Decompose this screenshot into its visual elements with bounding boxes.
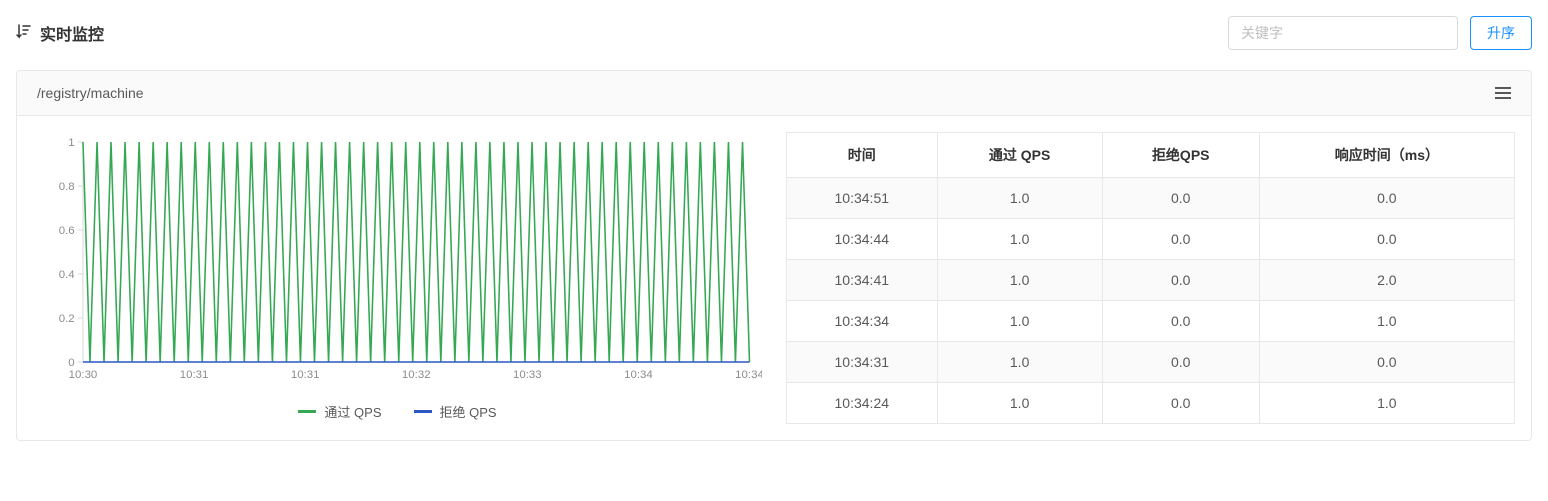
col-reject: 拒绝QPS	[1102, 133, 1259, 178]
sort-desc-icon	[16, 23, 32, 44]
resource-card: /registry/machine 0 0.2 0.4 0.6 0.8 1 10:30 10:…	[16, 70, 1532, 441]
table-row: 10:34:511.00.00.0	[787, 178, 1515, 219]
svg-text:0.2: 0.2	[59, 313, 75, 325]
card-header: /registry/machine	[17, 71, 1531, 116]
table-header-row: 时间 通过 QPS 拒绝QPS 响应时间（ms）	[787, 133, 1515, 178]
cell-time: 10:34:34	[787, 301, 938, 342]
cell-rt: 1.0	[1259, 383, 1514, 424]
cell-time: 10:34:24	[787, 383, 938, 424]
col-rt: 响应时间（ms）	[1259, 133, 1514, 178]
svg-text:0: 0	[68, 357, 74, 369]
cell-rt: 1.0	[1259, 301, 1514, 342]
legend-reject: 拒绝 QPS	[414, 402, 497, 421]
svg-text:1: 1	[68, 137, 74, 149]
qps-chart: 0 0.2 0.4 0.6 0.8 1 10:30 10:31 10:31 10:32 10:33 1…	[33, 132, 762, 392]
cell-pass: 1.0	[937, 301, 1102, 342]
legend-pass: 通过 QPS	[298, 402, 381, 421]
cell-reject: 0.0	[1102, 301, 1259, 342]
svg-text:10:31: 10:31	[180, 369, 209, 381]
svg-text:0.6: 0.6	[59, 225, 75, 237]
table-row: 10:34:441.00.00.0	[787, 219, 1515, 260]
cell-reject: 0.0	[1102, 260, 1259, 301]
table-row: 10:34:341.00.01.0	[787, 301, 1515, 342]
cell-pass: 1.0	[937, 260, 1102, 301]
chart-legend: 通过 QPS 拒绝 QPS	[33, 402, 762, 421]
data-table: 时间 通过 QPS 拒绝QPS 响应时间（ms） 10:34:511.00.00…	[786, 132, 1515, 424]
cell-pass: 1.0	[937, 383, 1102, 424]
table-row: 10:34:241.00.01.0	[787, 383, 1515, 424]
cell-pass: 1.0	[937, 219, 1102, 260]
cell-reject: 0.0	[1102, 342, 1259, 383]
cell-time: 10:34:51	[787, 178, 938, 219]
cell-pass: 1.0	[937, 178, 1102, 219]
resource-name: /registry/machine	[37, 85, 144, 101]
svg-text:0.4: 0.4	[59, 269, 75, 281]
cell-rt: 2.0	[1259, 260, 1514, 301]
header-left: 实时监控	[16, 21, 104, 45]
svg-text:10:33: 10:33	[513, 369, 542, 381]
legend-label-reject: 拒绝 QPS	[440, 402, 497, 421]
search-input[interactable]	[1228, 16, 1458, 50]
svg-text:10:34: 10:34	[735, 369, 762, 381]
page-title: 实时监控	[40, 21, 104, 45]
header-right: 升序	[1228, 16, 1532, 50]
cell-reject: 0.0	[1102, 219, 1259, 260]
cell-time: 10:34:31	[787, 342, 938, 383]
col-time: 时间	[787, 133, 938, 178]
svg-text:10:32: 10:32	[402, 369, 431, 381]
cell-pass: 1.0	[937, 342, 1102, 383]
table-container: 时间 通过 QPS 拒绝QPS 响应时间（ms） 10:34:511.00.00…	[786, 132, 1515, 424]
svg-text:10:34: 10:34	[624, 369, 653, 381]
cell-rt: 0.0	[1259, 178, 1514, 219]
card-body: 0 0.2 0.4 0.6 0.8 1 10:30 10:31 10:31 10:32 10:33 1…	[17, 116, 1531, 440]
menu-icon[interactable]	[1495, 87, 1511, 99]
legend-swatch-reject	[414, 410, 432, 413]
legend-label-pass: 通过 QPS	[324, 402, 381, 421]
svg-text:0.8: 0.8	[59, 181, 75, 193]
cell-time: 10:34:44	[787, 219, 938, 260]
table-row: 10:34:311.00.00.0	[787, 342, 1515, 383]
sort-toggle-button[interactable]: 升序	[1470, 16, 1532, 50]
page-header: 实时监控 升序	[16, 16, 1532, 50]
chart-container: 0 0.2 0.4 0.6 0.8 1 10:30 10:31 10:31 10:32 10:33 1…	[33, 132, 762, 421]
cell-rt: 0.0	[1259, 219, 1514, 260]
legend-swatch-pass	[298, 410, 316, 413]
svg-text:10:31: 10:31	[291, 369, 320, 381]
cell-rt: 0.0	[1259, 342, 1514, 383]
cell-time: 10:34:41	[787, 260, 938, 301]
table-row: 10:34:411.00.02.0	[787, 260, 1515, 301]
cell-reject: 0.0	[1102, 383, 1259, 424]
cell-reject: 0.0	[1102, 178, 1259, 219]
svg-text:10:30: 10:30	[69, 369, 98, 381]
col-pass: 通过 QPS	[937, 133, 1102, 178]
